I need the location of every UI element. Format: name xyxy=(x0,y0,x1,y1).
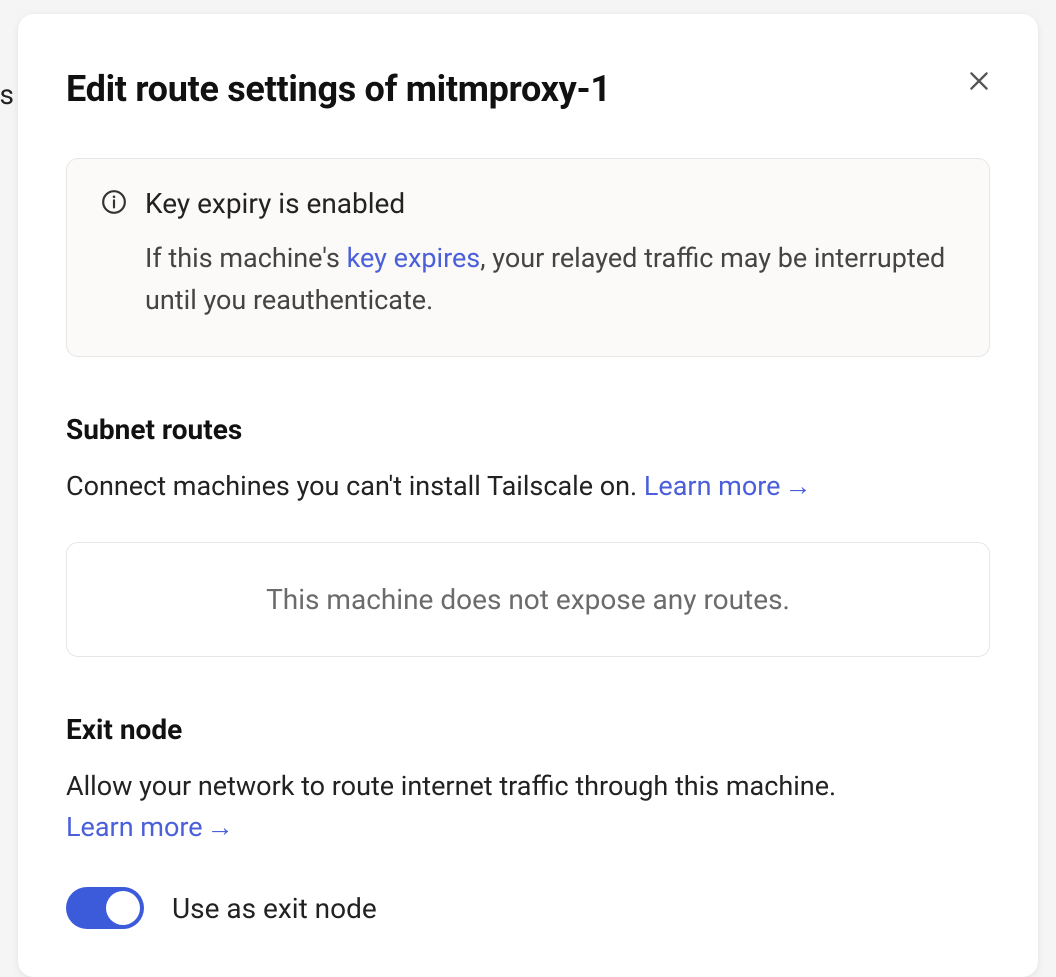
exit-node-toggle[interactable] xyxy=(66,887,144,929)
callout-body: If this machine's key expires, your rela… xyxy=(145,238,955,322)
modal-header: Edit route settings of mitmproxy-1 xyxy=(66,68,990,110)
info-icon xyxy=(101,187,127,322)
exit-node-section: Exit node Allow your network to route in… xyxy=(66,713,990,930)
subnet-routes-empty: This machine does not expose any routes. xyxy=(66,542,990,657)
key-expires-link[interactable]: key expires xyxy=(347,242,481,274)
toggle-knob xyxy=(106,891,140,925)
close-icon xyxy=(966,82,992,97)
subnet-routes-desc: Connect machines you can't install Tails… xyxy=(66,466,990,508)
exit-node-toggle-row: Use as exit node xyxy=(66,887,990,929)
subnet-routes-desc-text: Connect machines you can't install Tails… xyxy=(66,470,644,502)
callout-body-prefix: If this machine's xyxy=(145,242,347,274)
exit-node-toggle-label: Use as exit node xyxy=(172,892,377,925)
route-settings-modal: Edit route settings of mitmproxy-1 Key e… xyxy=(18,14,1038,977)
callout-title: Key expiry is enabled xyxy=(145,187,955,220)
subnet-routes-section: Subnet routes Connect machines you can't… xyxy=(66,413,990,657)
arrow-right-icon: → xyxy=(207,811,234,843)
close-button[interactable] xyxy=(962,64,996,101)
exit-node-desc-text: Allow your network to route internet tra… xyxy=(66,770,836,802)
subnet-learn-more-link[interactable]: Learn more→ xyxy=(644,470,812,502)
callout-content: Key expiry is enabled If this machine's … xyxy=(145,187,955,322)
exit-node-desc: Allow your network to route internet tra… xyxy=(66,766,990,850)
arrow-right-icon: → xyxy=(784,470,811,502)
modal-title: Edit route settings of mitmproxy-1 xyxy=(66,68,611,110)
exit-learn-more-link[interactable]: Learn more→ xyxy=(66,811,234,843)
key-expiry-callout: Key expiry is enabled If this machine's … xyxy=(66,158,990,357)
background-text: rs xyxy=(0,78,14,111)
exit-node-title: Exit node xyxy=(66,713,990,746)
subnet-routes-title: Subnet routes xyxy=(66,413,990,446)
